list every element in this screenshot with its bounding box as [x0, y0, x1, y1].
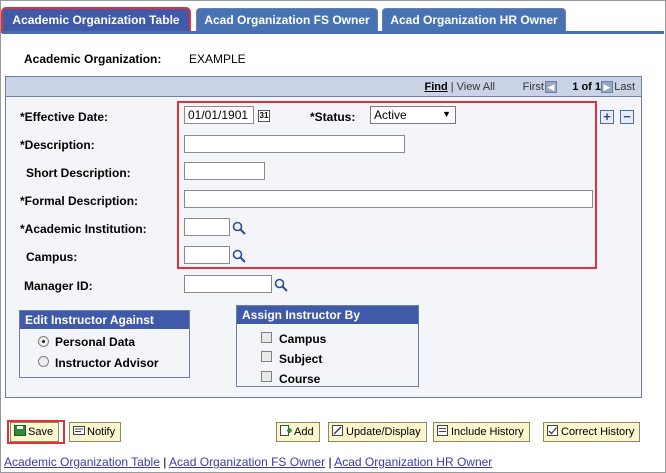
delete-row-button[interactable]: −: [620, 110, 634, 124]
tab-fs-owner-label: Acad Organization FS Owner: [204, 13, 370, 27]
instructor-advisor-radio[interactable]: [38, 356, 49, 367]
nav-prev-icon[interactable]: ◀: [545, 81, 557, 93]
add-button-label: Add: [294, 426, 314, 438]
edit-instructor-title: Edit Instructor Against: [20, 311, 189, 329]
link-acad-organization-hr-owner[interactable]: Acad Organization HR Owner: [334, 455, 492, 469]
chevron-down-icon: ▼: [442, 109, 451, 119]
manager-id-input[interactable]: [184, 275, 272, 293]
tab-acad-organization-fs-owner[interactable]: Acad Organization FS Owner: [196, 8, 378, 32]
status-select[interactable]: Active ▼: [370, 106, 456, 124]
notify-button-label: Notify: [87, 426, 116, 438]
academic-organization-label: Academic Organization:: [24, 52, 162, 66]
correct-history-icon: [547, 425, 558, 436]
personal-data-radio[interactable]: [38, 336, 49, 347]
manager-search-icon[interactable]: [274, 278, 288, 292]
description-label: *Description:: [20, 138, 95, 152]
include-history-icon: [437, 425, 448, 436]
add-button[interactable]: Add: [276, 422, 320, 442]
find-link[interactable]: Find: [424, 81, 447, 93]
nav-first-label[interactable]: First: [523, 81, 544, 93]
tab-academic-organization-table[interactable]: Academic Organization Table: [1, 7, 191, 33]
update-display-icon: [332, 425, 343, 436]
tab-acad-organization-hr-owner[interactable]: Acad Organization HR Owner: [382, 8, 566, 32]
calendar-icon[interactable]: 31: [258, 110, 270, 122]
correct-history-button[interactable]: Correct History: [543, 422, 641, 442]
academic-institution-input[interactable]: [184, 218, 230, 236]
academic-institution-label: *Academic Institution:: [20, 222, 147, 236]
save-button-label: Save: [28, 426, 54, 438]
correct-history-button-label: Correct History: [561, 426, 635, 438]
notify-button[interactable]: Notify: [69, 422, 122, 442]
status-select-value: Active: [374, 108, 407, 122]
lookup-search-icon[interactable]: [232, 221, 246, 235]
campus-label: Campus:: [26, 250, 78, 264]
formal-description-label: *Formal Description:: [20, 194, 139, 208]
short-description-label: Short Description:: [26, 166, 131, 180]
campus-checkbox[interactable]: [261, 332, 272, 343]
nav-find-group: Find | View All: [424, 81, 495, 93]
personal-data-label: Personal Data: [55, 335, 136, 349]
link-academic-organization-table[interactable]: Academic Organization Table: [4, 455, 160, 469]
tab-hr-owner-label: Acad Organization HR Owner: [390, 13, 558, 27]
campus-input[interactable]: [184, 246, 230, 264]
update-display-button[interactable]: Update/Display: [328, 422, 427, 442]
course-checkbox[interactable]: [261, 371, 272, 382]
campus-search-icon[interactable]: [232, 249, 246, 263]
add-row-button[interactable]: +: [600, 110, 614, 124]
effective-date-label: *Effective Date:: [20, 110, 109, 124]
subject-checkbox-label: Subject: [279, 352, 323, 366]
course-checkbox-label: Course: [279, 372, 321, 386]
manager-id-label: Manager ID:: [24, 279, 93, 293]
status-label: *Status:: [310, 110, 356, 124]
save-icon: [14, 425, 26, 436]
panel-header: Find | View All First ◀ 1 of 1 ▶ Last: [6, 77, 641, 97]
update-display-button-label: Update/Display: [346, 426, 421, 438]
notify-icon: [73, 426, 85, 435]
assign-instructor-title: Assign Instructor By: [237, 306, 418, 324]
include-history-button-label: Include History: [451, 426, 524, 438]
instructor-advisor-label: Instructor Advisor: [55, 356, 159, 370]
description-input[interactable]: [184, 135, 405, 153]
bottom-page-links: Academic Organization Table | Acad Organ…: [4, 455, 492, 469]
nav-separator: |: [450, 81, 454, 93]
formal-description-input[interactable]: [184, 190, 593, 208]
nav-last-label[interactable]: Last: [614, 81, 635, 93]
include-history-button[interactable]: Include History: [433, 422, 530, 442]
save-button[interactable]: Save: [10, 422, 60, 442]
campus-checkbox-label: Campus: [279, 332, 327, 346]
nav-count: 1 of 1: [572, 81, 601, 93]
effective-date-input[interactable]: 01/01/1901: [184, 106, 254, 124]
academic-organization-value: EXAMPLE: [189, 52, 246, 66]
link-acad-organization-fs-owner[interactable]: Acad Organization FS Owner: [169, 455, 325, 469]
tab-underline: [2, 31, 664, 34]
nav-next-icon[interactable]: ▶: [601, 81, 613, 93]
add-icon: [280, 425, 292, 436]
subject-checkbox[interactable]: [261, 351, 272, 362]
short-description-input[interactable]: [184, 162, 265, 180]
view-all-link[interactable]: View All: [457, 81, 495, 93]
